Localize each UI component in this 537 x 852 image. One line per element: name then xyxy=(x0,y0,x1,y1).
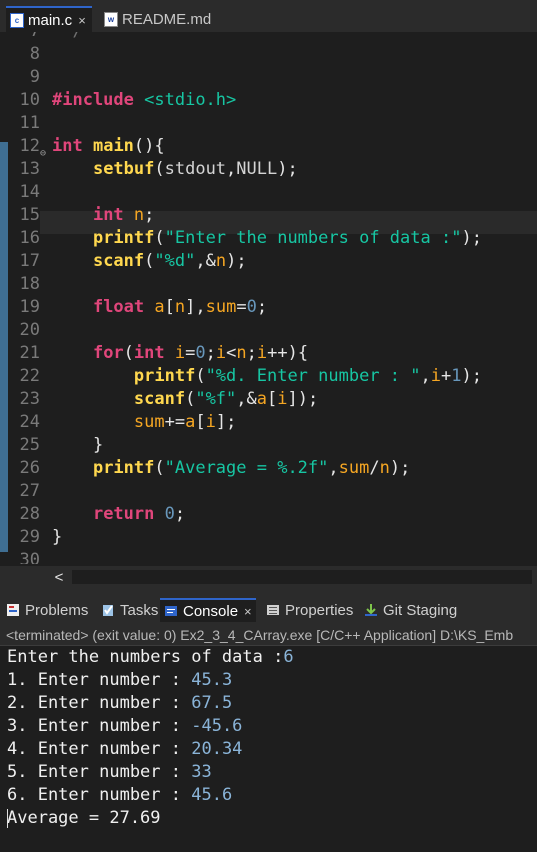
view-tab-bar: Problems Tasks Console × Properties Git … xyxy=(0,598,537,624)
line-number: 23 xyxy=(19,389,40,409)
console-line: 5. Enter number : 33 xyxy=(7,761,212,784)
panel-divider xyxy=(0,588,537,598)
code-line: int main(){ xyxy=(52,136,165,156)
line-number: 30 xyxy=(19,550,40,564)
tab-label: Console xyxy=(183,602,239,620)
tab-label: Git Staging xyxy=(383,601,458,619)
code-line: } xyxy=(92,435,104,455)
tab-readme-md[interactable]: w README.md xyxy=(104,6,211,32)
tasks-icon xyxy=(101,603,115,617)
console-line: 3. Enter number : -45.6 xyxy=(7,715,242,738)
console-output[interactable]: Enter the numbers of data :6 1. Enter num… xyxy=(0,646,537,852)
line-number: 26 xyxy=(19,458,40,478)
console-line: 2. Enter number : 67.5 xyxy=(7,692,232,715)
console-prompt: Average = 27.69 xyxy=(7,808,161,828)
properties-icon xyxy=(266,603,280,617)
tab-properties[interactable]: Properties xyxy=(266,598,353,622)
line-number: 9 xyxy=(29,67,40,87)
line-number: 24 xyxy=(19,412,40,432)
tab-label: Problems xyxy=(25,601,89,619)
scrollbar-track[interactable] xyxy=(72,570,532,584)
console-user-input: -45.6 xyxy=(191,716,243,736)
console-prompt: 6. Enter number : xyxy=(7,785,192,805)
line-number: 14 xyxy=(19,182,40,202)
console-prompt: 2. Enter number : xyxy=(7,693,192,713)
line-number: 28 xyxy=(19,504,40,524)
line-number: 16 xyxy=(19,228,40,248)
line-number: 8 xyxy=(29,44,40,64)
code-line: #include <stdio.h> xyxy=(52,90,237,110)
line-number: 11 xyxy=(19,113,40,133)
console-line: 1. Enter number : 45.3 xyxy=(7,669,232,692)
line-number: 20 xyxy=(19,320,40,340)
tab-main-c[interactable]: c main.c × xyxy=(6,6,92,32)
problems-icon xyxy=(6,603,20,617)
tab-problems[interactable]: Problems xyxy=(6,598,88,622)
console-user-input: 45.3 xyxy=(191,670,233,690)
tab-label: main.c xyxy=(28,11,73,29)
code-line: scanf("%d",&n); xyxy=(92,251,247,271)
code-line: float a[n],sum=0; xyxy=(92,297,268,317)
code-line: for(int i=0;i<n;i++){ xyxy=(92,343,309,363)
tab-console[interactable]: Console × xyxy=(160,598,256,622)
line-number: 25 xyxy=(19,435,40,455)
line-number: 21 xyxy=(19,343,40,363)
close-icon[interactable]: × xyxy=(78,13,86,28)
console-line: 4. Enter number : 20.34 xyxy=(7,738,242,761)
console-user-input: 67.5 xyxy=(191,693,233,713)
line-number: 17 xyxy=(19,251,40,271)
tab-label: Tasks xyxy=(120,601,159,619)
fold-collapse-icon[interactable]: ⊖ xyxy=(40,148,46,159)
markdown-file-icon: w xyxy=(104,11,118,27)
horizontal-scrollbar[interactable]: < xyxy=(0,566,537,588)
console-user-input: 45.6 xyxy=(191,785,233,805)
tab-label: Properties xyxy=(285,601,354,619)
console-prompt: 3. Enter number : xyxy=(7,716,192,736)
line-number: 19 xyxy=(19,297,40,317)
code-editor[interactable]: ⊖ 7 */ 8 9 10 #include <stdio.h> 11 12 int main… xyxy=(0,32,537,564)
console-line: 6. Enter number : 45.6 xyxy=(7,784,232,807)
tab-tasks[interactable]: Tasks xyxy=(101,598,158,622)
editor-tab-bar: c main.c × w README.md xyxy=(0,0,537,33)
line-number: 29 xyxy=(19,527,40,547)
tab-git-staging[interactable]: Git Staging xyxy=(364,598,457,622)
console-prompt: 4. Enter number : xyxy=(7,739,192,759)
console-line: Average = 27.69 xyxy=(7,807,161,830)
code-line: sum+=a[i]; xyxy=(133,412,237,432)
line-number: 18 xyxy=(19,274,40,294)
console-status-line: <terminated> (exit value: 0) Ex2_3_4_CAr… xyxy=(0,624,537,646)
code-line: */ xyxy=(52,32,82,43)
console-user-input: 6 xyxy=(283,647,294,667)
console-line: Enter the numbers of data :6 xyxy=(7,646,294,669)
line-number: 12 xyxy=(19,136,40,156)
code-line: scanf("%f",&a[i]); xyxy=(133,389,319,409)
change-marker-bar xyxy=(0,142,8,552)
code-line: printf("%d. Enter number : ",i+1); xyxy=(133,366,482,386)
close-icon[interactable]: × xyxy=(244,604,252,619)
console-icon xyxy=(164,604,178,618)
c-file-icon: c xyxy=(10,12,24,28)
line-number: 13 xyxy=(19,159,40,179)
code-line: printf("Enter the numbers of data :"); xyxy=(92,228,482,248)
code-line: printf("Average = %.2f",sum/n); xyxy=(92,458,411,478)
code-line: } xyxy=(52,527,63,547)
console-prompt: 1. Enter number : xyxy=(7,670,192,690)
scroll-left-icon[interactable]: < xyxy=(50,568,68,586)
line-number: 15 xyxy=(19,205,40,225)
code-line: return 0; xyxy=(92,504,186,524)
code-line: setbuf(stdout,NULL); xyxy=(92,159,298,179)
console-user-input: 20.34 xyxy=(191,739,243,759)
tab-label: README.md xyxy=(122,10,212,28)
code-line: int n; xyxy=(92,205,155,225)
git-staging-icon xyxy=(364,603,378,617)
console-prompt: 5. Enter number : xyxy=(7,762,192,782)
console-prompt: Enter the numbers of data : xyxy=(7,647,284,667)
line-number: 22 xyxy=(19,366,40,386)
console-user-input: 33 xyxy=(191,762,212,782)
line-number: 7 xyxy=(8,32,40,43)
line-number: 10 xyxy=(19,90,40,110)
line-number: 27 xyxy=(19,481,40,501)
